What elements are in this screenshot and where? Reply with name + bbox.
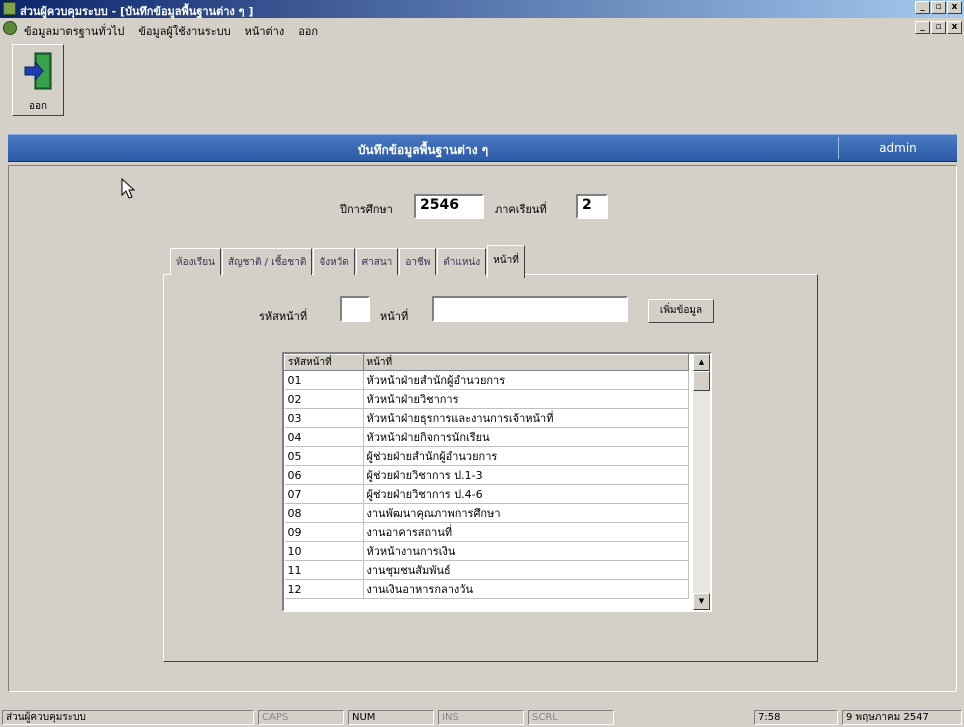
duty-name-label: หน้าที่	[380, 310, 409, 323]
scroll-thumb[interactable]	[693, 371, 710, 391]
table-row[interactable]: 10 หัวหน้างานการเงิน	[284, 541, 689, 561]
tab-classroom[interactable]: ห้องเรียน	[170, 248, 221, 275]
add-data-button[interactable]: เพิ่มข้อมูล	[648, 299, 714, 323]
exit-button[interactable]: ออก	[12, 44, 64, 116]
tab-occupation[interactable]: อาชีพ	[399, 248, 437, 275]
cell-duty: หัวหน้าฝ่ายวิชาการ	[363, 389, 689, 409]
status-bar: ส่วนผู้ควบคุมระบบ CAPS NUM INS SCRL 7:58…	[0, 708, 964, 727]
status-app-name: ส่วนผู้ควบคุมระบบ	[2, 710, 254, 725]
minimize-button[interactable]: _	[915, 1, 930, 14]
year-label: ปีการศึกษา	[340, 203, 393, 216]
page-title: บันทึกข้อมูลพื้นฐานต่าง ๆ	[357, 143, 489, 157]
duty-table: รหัสหน้าที่ หน้าที่ 01 หัวหน้าฝ่ายสำนักผู…	[282, 352, 712, 612]
status-num: NUM	[348, 710, 434, 725]
cell-code: 06	[284, 465, 364, 485]
status-spacer	[618, 710, 678, 725]
exit-label: ออก	[28, 101, 48, 112]
child-maximize-button[interactable]: ▫	[931, 21, 946, 34]
cell-duty: งานชุมชนสัมพันธ์	[363, 560, 689, 580]
cell-duty: ผู้ช่วยฝ่ายสำนักผู้อำนวยการ	[363, 446, 689, 466]
tab-province[interactable]: จังหวัด	[313, 248, 355, 275]
cell-code: 03	[284, 408, 364, 428]
tab-religion[interactable]: ศาสนา	[355, 248, 399, 275]
cell-code: 01	[284, 370, 364, 390]
cell-code: 05	[284, 446, 364, 466]
table-row[interactable]: 11 งานชุมชนสัมพันธ์	[284, 560, 689, 580]
header-bar: บันทึกข้อมูลพื้นฐานต่าง ๆ admin	[8, 134, 957, 162]
app-icon	[3, 2, 16, 15]
status-date: 9 พฤษภาคม 2547	[842, 710, 962, 725]
table-row[interactable]: 12 งานเงินอาหารกลางวัน	[284, 579, 689, 599]
table-row[interactable]: 09 งานอาคารสถานที่	[284, 522, 689, 542]
semester-field[interactable]: 2	[576, 194, 608, 219]
toolbar: ออก	[12, 44, 64, 122]
cell-code: 12	[284, 579, 364, 599]
cell-code: 10	[284, 541, 364, 561]
menu-window[interactable]: หน้าต่าง	[245, 22, 285, 40]
cell-code: 08	[284, 503, 364, 523]
table-row[interactable]: 07 ผู้ช่วยฝ่ายวิชาการ ป.4-6	[284, 484, 689, 504]
menu-bar: ข้อมูลมาตรฐานทั่วไป ข้อมูลผู้ใช้งานระบบ …	[0, 18, 964, 38]
cell-code: 04	[284, 427, 364, 447]
cell-duty: งานอาคารสถานที่	[363, 522, 689, 542]
cell-code: 11	[284, 560, 364, 580]
child-minimize-button[interactable]: _	[915, 21, 930, 34]
cell-code: 02	[284, 389, 364, 409]
table-row[interactable]: 04 หัวหน้าฝ่ายกิจการนักเรียน	[284, 427, 689, 447]
table-row[interactable]: 06 ผู้ช่วยฝ่ายวิชาการ ป.1-3	[284, 465, 689, 485]
cell-duty: หัวหน้าฝ่ายกิจการนักเรียน	[363, 427, 689, 447]
table-row[interactable]: 05 ผู้ช่วยฝ่ายสำนักผู้อำนวยการ	[284, 446, 689, 466]
tab-strip: ห้องเรียน สัญชาติ / เชื้อชาติ จังหวัด ศา…	[170, 245, 526, 278]
status-caps: CAPS	[258, 710, 344, 725]
cell-code: 09	[284, 522, 364, 542]
menu-standard-data[interactable]: ข้อมูลมาตรฐานทั่วไป	[24, 22, 124, 40]
scroll-down-arrow-icon[interactable]: ▼	[693, 593, 710, 610]
mouse-pointer-icon	[121, 178, 135, 199]
cell-duty: ผู้ช่วยฝ่ายวิชาการ ป.1-3	[363, 465, 689, 485]
close-button[interactable]: x	[947, 1, 962, 14]
cell-duty: หัวหน้าฝ่ายธุรการและงานการเจ้าหน้าที่	[363, 408, 689, 428]
year-field[interactable]: 2546	[414, 194, 484, 219]
current-user: admin	[879, 141, 917, 155]
tab-position[interactable]: ตำแหน่ง	[437, 248, 487, 275]
status-time: 7:58	[754, 710, 838, 725]
cell-duty: งานพัฒนาคุณภาพการศึกษา	[363, 503, 689, 523]
column-header-code[interactable]: รหัสหน้าที่	[284, 354, 364, 371]
table-row[interactable]: 01 หัวหน้าฝ่ายสำนักผู้อำนวยการ	[284, 370, 689, 390]
menu-user-data[interactable]: ข้อมูลผู้ใช้งานระบบ	[138, 22, 230, 40]
status-ins: INS	[438, 710, 524, 725]
semester-label: ภาคเรียนที่	[495, 203, 547, 216]
tab-duty[interactable]: หน้าที่	[487, 245, 525, 278]
duty-name-input[interactable]	[432, 296, 628, 322]
table-row[interactable]: 02 หัวหน้าฝ่ายวิชาการ	[284, 389, 689, 409]
cell-duty: งานเงินอาหารกลางวัน	[363, 579, 689, 599]
table-row[interactable]: 08 งานพัฒนาคุณภาพการศึกษา	[284, 503, 689, 523]
column-header-duty[interactable]: หน้าที่	[362, 354, 689, 371]
cell-duty: หัวหน้าฝ่ายสำนักผู้อำนวยการ	[363, 370, 689, 390]
tab-nationality[interactable]: สัญชาติ / เชื้อชาติ	[221, 248, 313, 275]
maximize-button[interactable]: ▫	[931, 1, 946, 14]
table-row[interactable]: 03 หัวหน้าฝ่ายธุรการและงานการเจ้าหน้าที่	[284, 408, 689, 428]
menu-exit[interactable]: ออก	[298, 22, 318, 40]
title-bar: ส่วนผู้ควบคุมระบบ - [บันทึกข้อมูลพื้นฐาน…	[0, 0, 964, 18]
cell-duty: หัวหน้างานการเงิน	[363, 541, 689, 561]
scroll-up-arrow-icon[interactable]: ▲	[693, 354, 710, 371]
document-icon[interactable]	[3, 21, 17, 35]
duty-code-input[interactable]	[340, 296, 370, 322]
vertical-scrollbar[interactable]: ▲ ▼	[693, 354, 710, 610]
duty-code-label: รหัสหน้าที่	[259, 310, 308, 323]
child-close-button[interactable]: x	[947, 21, 962, 34]
cell-duty: ผู้ช่วยฝ่ายวิชาการ ป.4-6	[363, 484, 689, 504]
exit-door-icon	[24, 52, 52, 90]
status-scrl: SCRL	[528, 710, 614, 725]
cell-code: 07	[284, 484, 364, 504]
